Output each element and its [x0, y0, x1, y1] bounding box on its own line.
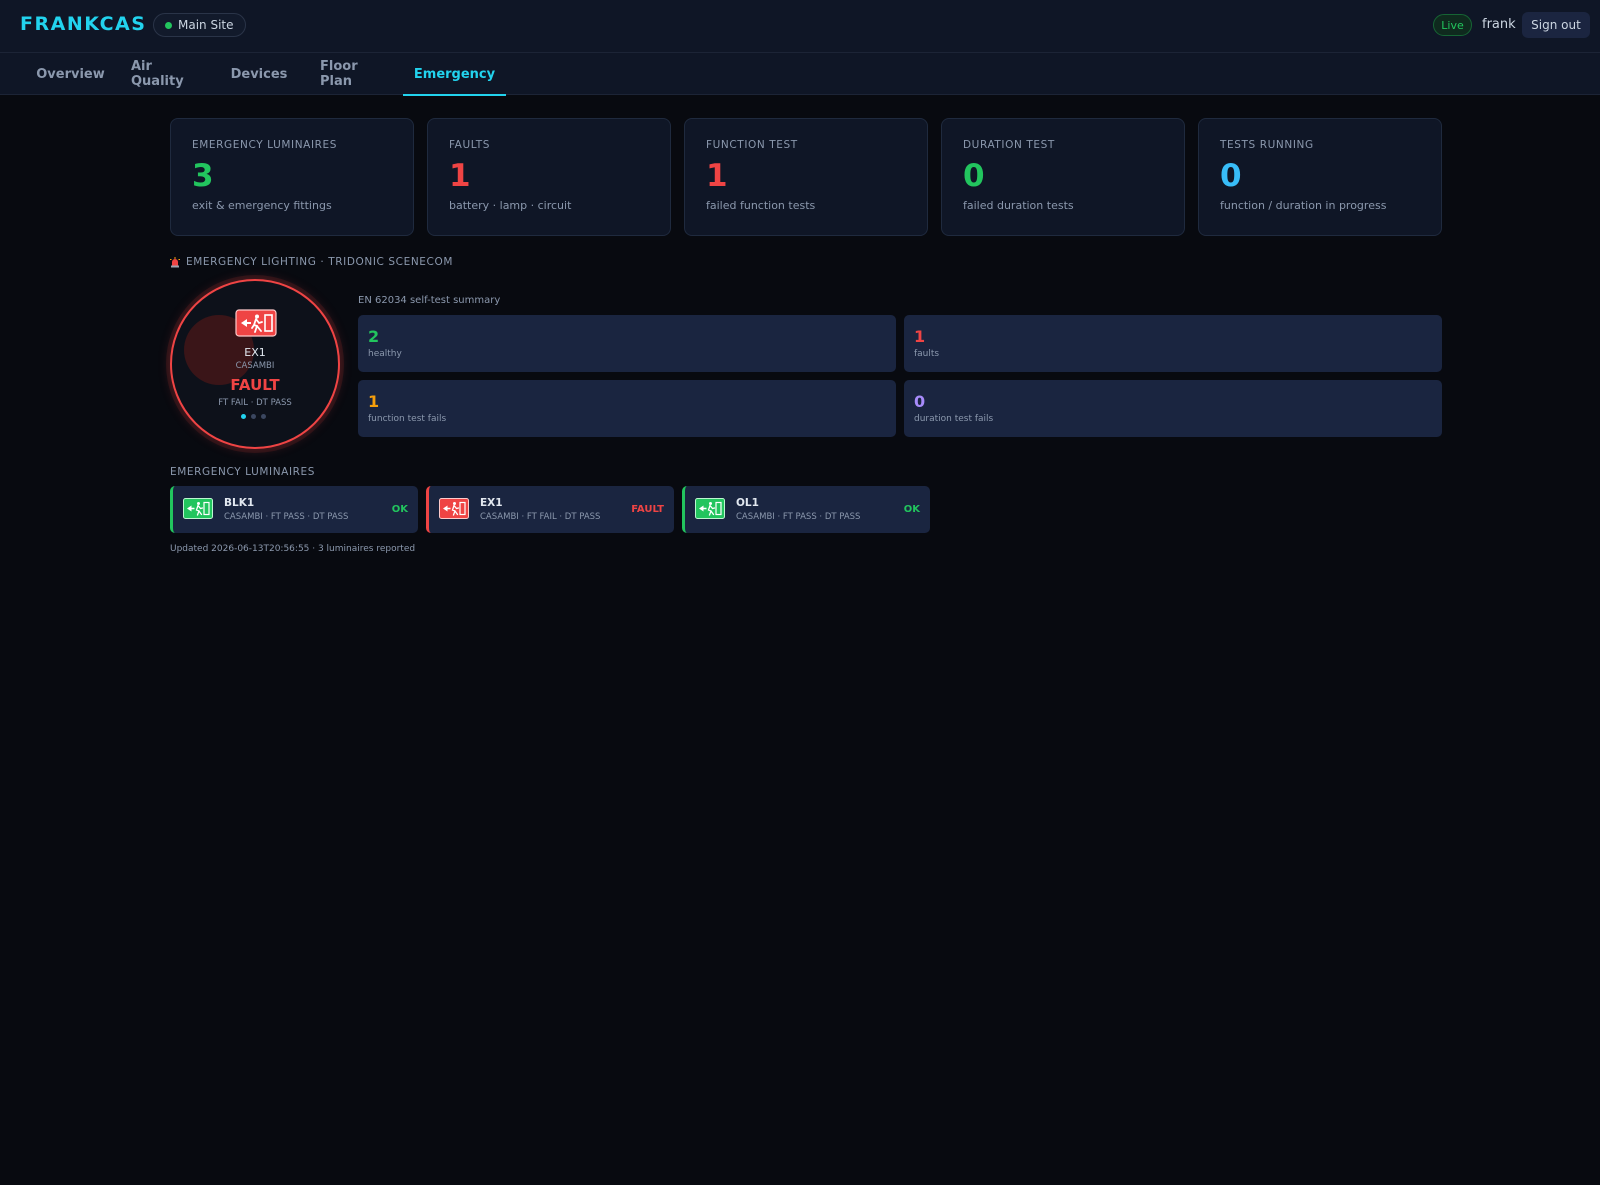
summary-healthy: 2 healthy — [358, 315, 896, 372]
luminaire-status: FAULT — [230, 376, 280, 394]
summary-label-text: healthy — [368, 349, 402, 359]
siren-icon — [170, 256, 180, 267]
exit-sign-icon — [235, 309, 277, 337]
top-bar: FRANKCAS Main Site Live frank Sign out — [0, 0, 1600, 53]
summary-value: 0 — [914, 392, 926, 411]
stat-card-emergency-luminaires: EMERGENCY LUMINAIRES 3 exit & emergency … — [170, 118, 414, 236]
tab-emergency[interactable]: Emergency — [403, 53, 506, 96]
updated-footer: Updated 2026-06-13T20:56:55 · 3 luminair… — [170, 544, 416, 554]
site-name: Main Site — [178, 18, 234, 32]
luminaire-name: OL1 — [736, 497, 759, 509]
luminaire-meta: CASAMBI · FT PASS · DT PASS — [736, 512, 861, 522]
luminaire-tests: FT FAIL · DT PASS — [218, 398, 292, 408]
summary-value: 1 — [914, 327, 926, 346]
stat-subtitle: exit & emergency fittings — [192, 199, 332, 212]
carousel-dot[interactable] — [251, 414, 256, 419]
luminaire-status: OK — [903, 504, 920, 515]
selected-luminaire-dial[interactable]: EX1 CASAMBI FAULT FT FAIL · DT PASS — [170, 279, 340, 449]
stat-title: FAULTS — [449, 139, 491, 151]
summary-label-text: faults — [914, 349, 940, 359]
tab-devices[interactable]: Devices — [231, 53, 288, 95]
summary-duration-test-fails: 0 duration test fails — [904, 380, 1442, 437]
stat-card-tests-running: TESTS RUNNING 0 function / duration in p… — [1198, 118, 1442, 236]
carousel-dots — [241, 414, 266, 419]
live-badge: Live — [1433, 14, 1472, 36]
stat-subtitle: battery · lamp · circuit — [449, 199, 572, 212]
luminaire-name: EX1 — [480, 497, 503, 509]
carousel-dot[interactable] — [261, 414, 266, 419]
stat-card-duration-test: DURATION TEST 0 failed duration tests — [941, 118, 1185, 236]
stat-title: DURATION TEST — [963, 139, 1055, 151]
luminaire-status: FAULT — [631, 504, 664, 515]
luminaires-header: EMERGENCY LUMINAIRES — [170, 466, 316, 478]
tab-air-quality[interactable]: Air Quality — [131, 53, 197, 95]
section-title: EMERGENCY LIGHTING · TRIDONIC SCENECOM — [186, 256, 453, 268]
tab-overview[interactable]: Overview — [36, 53, 105, 95]
luminaire-status: OK — [391, 504, 408, 515]
brand-logo[interactable]: FRANKCAS — [20, 13, 146, 35]
summary-function-test-fails: 1 function test fails — [358, 380, 896, 437]
user-name: frank — [1482, 17, 1516, 32]
summary-value: 1 — [368, 392, 380, 411]
luminaire-card-ol1[interactable]: OL1 CASAMBI · FT PASS · DT PASS OK — [682, 486, 930, 533]
luminaire-meta: CASAMBI · FT PASS · DT PASS — [224, 512, 349, 522]
stat-title: FUNCTION TEST — [706, 139, 798, 151]
summary-value: 2 — [368, 327, 380, 346]
luminaire-brand: CASAMBI — [235, 361, 275, 371]
summary-label-text: duration test fails — [914, 414, 994, 424]
stat-value: 1 — [449, 158, 471, 194]
tab-floor-plan[interactable]: Floor Plan — [320, 53, 383, 95]
stat-title: TESTS RUNNING — [1220, 139, 1314, 151]
status-dot-icon — [165, 21, 172, 29]
stat-value: 0 — [1220, 158, 1242, 194]
stat-value: 1 — [706, 158, 728, 194]
stat-title: EMERGENCY LUMINAIRES — [192, 139, 338, 151]
stat-subtitle: function / duration in progress — [1220, 199, 1387, 212]
exit-sign-icon — [695, 498, 725, 519]
stat-value: 0 — [963, 158, 985, 194]
carousel-dot[interactable] — [241, 414, 246, 419]
luminaire-name: BLK1 — [224, 497, 255, 509]
luminaire-meta: CASAMBI · FT FAIL · DT PASS — [480, 512, 601, 522]
stat-subtitle: failed duration tests — [963, 199, 1074, 212]
luminaire-card-ex1[interactable]: EX1 CASAMBI · FT FAIL · DT PASS FAULT — [426, 486, 674, 533]
tab-bar: Overview Air Quality Devices Floor Plan … — [0, 53, 1600, 96]
luminaire-name: EX1 — [244, 346, 266, 359]
summary-faults: 1 faults — [904, 315, 1442, 372]
sign-out-button[interactable]: Sign out — [1522, 12, 1590, 38]
stat-subtitle: failed function tests — [706, 199, 816, 212]
section-header: EMERGENCY LIGHTING · TRIDONIC SCENECOM — [170, 256, 453, 268]
summary-label: EN 62034 self-test summary — [358, 295, 501, 306]
site-selector[interactable]: Main Site — [153, 13, 246, 37]
stat-card-function-test: FUNCTION TEST 1 failed function tests — [684, 118, 928, 236]
luminaire-card-blk1[interactable]: BLK1 CASAMBI · FT PASS · DT PASS OK — [170, 486, 418, 533]
summary-label-text: function test fails — [368, 414, 447, 424]
exit-sign-icon — [183, 498, 213, 519]
stat-value: 3 — [192, 158, 214, 194]
exit-sign-icon — [439, 498, 469, 519]
stat-card-faults: FAULTS 1 battery · lamp · circuit — [427, 118, 671, 236]
